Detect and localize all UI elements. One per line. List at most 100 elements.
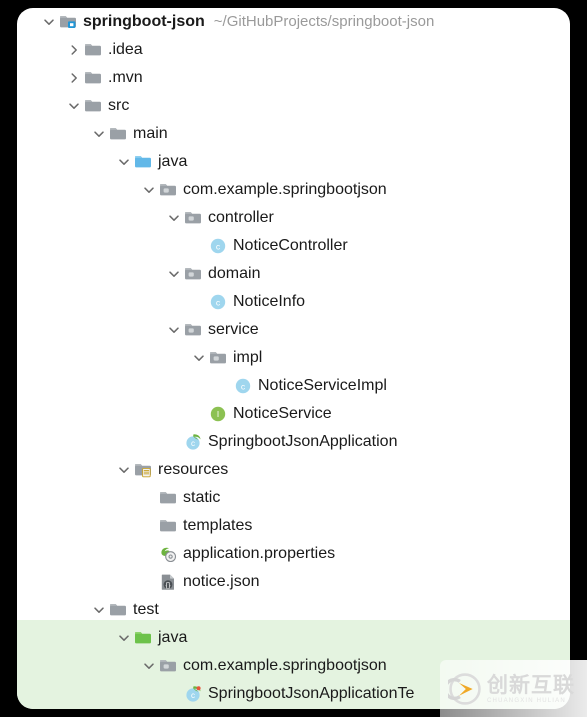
chevron-right-icon[interactable] [66,70,82,86]
tree-row-label: impl [233,349,263,366]
spring-properties-icon [159,545,177,563]
folder-green-icon [134,629,152,647]
tree-row[interactable]: controller [17,204,570,232]
project-file-tree[interactable]: springboot-json ~/GitHubProjects/springbo… [17,8,570,708]
tree-row-label: NoticeService [233,405,332,422]
folder-blue-icon [134,153,152,171]
tree-row[interactable]: I NoticeService [17,400,570,428]
package-icon [159,657,177,675]
tree-row[interactable]: src [17,92,570,120]
screenshot-stage: springboot-json ~/GitHubProjects/springbo… [0,0,587,717]
tree-row-label: templates [183,517,253,534]
folder-gray-icon [84,69,102,87]
tree-row[interactable]: .mvn [17,64,570,92]
tree-row[interactable]: c NoticeServiceImpl [17,372,570,400]
svg-text:c: c [216,297,221,307]
tree-row[interactable]: static [17,484,570,512]
tree-row[interactable]: c NoticeInfo [17,288,570,316]
tree-row[interactable]: {} notice.json [17,568,570,596]
tree-row[interactable]: c SpringbootJsonApplication [17,428,570,456]
java-class-icon: c [234,377,252,395]
project-tree-panel: springboot-json ~/GitHubProjects/springbo… [17,8,570,709]
tree-row[interactable]: domain [17,260,570,288]
chevron-down-icon[interactable] [116,630,132,646]
folder-gray-icon [84,41,102,59]
tree-row[interactable]: templates [17,512,570,540]
tree-row-label: main [133,125,168,142]
chevron-down-icon[interactable] [141,658,157,674]
chevron-down-icon[interactable] [191,350,207,366]
tree-row-label: springboot-json [83,13,205,30]
tree-row[interactable]: springboot-json ~/GitHubProjects/springbo… [17,8,570,36]
watermark-text-wrap: 创新互联 CHUANGXIN HULIAN [487,674,575,704]
watermark-subtext: CHUANGXIN HULIAN [487,697,566,704]
java-interface-icon: I [209,405,227,423]
java-class-icon: c [209,293,227,311]
watermark: 创新互联 CHUANGXIN HULIAN [440,660,587,717]
tree-row[interactable]: java [17,148,570,176]
package-icon [209,349,227,367]
tree-row-label: com.example.springbootjson [183,181,387,198]
tree-row[interactable]: impl [17,344,570,372]
tree-row[interactable]: c NoticeController [17,232,570,260]
tree-row-label: controller [208,209,274,226]
chevron-down-icon[interactable] [116,154,132,170]
cx-logo-icon [448,672,481,705]
svg-text:c: c [216,241,221,251]
tree-row-label: com.example.springbootjson [183,657,387,674]
tree-row-label: NoticeInfo [233,293,306,310]
tree-row-label: java [158,629,188,646]
folder-gray-icon [109,601,127,619]
tree-row-label: test [133,601,159,618]
tree-row[interactable]: java [17,624,570,652]
tree-row-label: notice.json [183,573,260,590]
chevron-down-icon[interactable] [141,182,157,198]
tree-row[interactable]: .idea [17,36,570,64]
chevron-down-icon[interactable] [166,322,182,338]
resources-folder-icon [134,461,152,479]
folder-gray-icon [159,489,177,507]
package-icon [159,181,177,199]
svg-text:{}: {} [166,580,171,589]
tree-row-label: src [108,97,130,114]
tree-row[interactable]: resources [17,456,570,484]
svg-text:I: I [217,410,219,419]
folder-gray-icon [109,125,127,143]
tree-row-label: static [183,489,221,506]
folder-gray-icon [159,517,177,535]
tree-row[interactable]: com.example.springbootjson [17,176,570,204]
tree-row-label: NoticeController [233,237,348,254]
chevron-right-icon[interactable] [66,42,82,58]
tree-row-label: resources [158,461,229,478]
package-icon [184,265,202,283]
package-icon [184,209,202,227]
chevron-down-icon[interactable] [166,266,182,282]
svg-text:c: c [191,691,195,700]
chevron-down-icon[interactable] [91,602,107,618]
tree-row-label: SpringbootJsonApplication [208,433,398,450]
chevron-down-icon[interactable] [41,14,57,30]
java-class-icon: c [209,237,227,255]
chevron-down-icon[interactable] [66,98,82,114]
tree-row[interactable]: main [17,120,570,148]
tree-row[interactable]: test [17,596,570,624]
chevron-down-icon[interactable] [91,126,107,142]
project-path-label: ~/GitHubProjects/springboot-json [213,13,435,30]
chevron-down-icon[interactable] [116,462,132,478]
tree-row[interactable]: service [17,316,570,344]
json-file-icon: {} [159,573,177,591]
tree-row[interactable]: application.properties [17,540,570,568]
chevron-down-icon[interactable] [166,210,182,226]
svg-text:c: c [241,381,246,391]
watermark-text: 创新互联 [487,673,575,697]
